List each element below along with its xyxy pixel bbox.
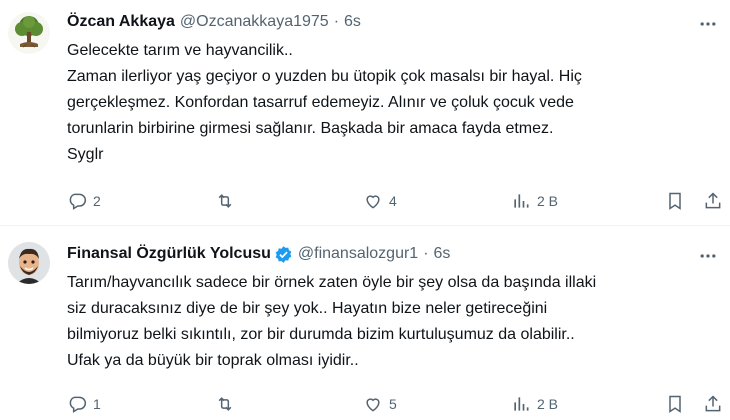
tweet-text-line: gerçekleşmez. Konfordan tasarruf edemeyi…: [67, 94, 574, 111]
tweet-text-line: siz duracaksınız diye de bir şey yok.. H…: [67, 300, 548, 317]
like-button[interactable]: 4: [363, 189, 397, 213]
timestamp[interactable]: 6s: [344, 12, 361, 32]
tweet-text-line: Ufak ya da büyük bir toprak olması iyidi…: [67, 352, 359, 369]
tweet[interactable]: Finansal Özgürlük Yolcusu @finansalozgur…: [0, 226, 730, 420]
views-button[interactable]: 2 B: [511, 392, 558, 416]
reply-button[interactable]: 1: [67, 392, 101, 416]
memoji-avatar-icon[interactable]: [8, 242, 50, 284]
separator-dot: ·: [333, 13, 340, 30]
bookmark-button[interactable]: [665, 189, 685, 213]
tweet-text-line: Zaman ilerliyor yaş geçiyor o yuzden bu …: [67, 68, 582, 85]
retweet-button[interactable]: [215, 392, 241, 416]
separator-dot: ·: [423, 245, 429, 262]
reply-count: 2: [93, 193, 101, 209]
user-handle[interactable]: @finansalozgur1: [298, 244, 418, 264]
retweet-icon: [218, 397, 232, 411]
share-button[interactable]: [703, 189, 723, 213]
reply-icon: [69, 396, 87, 413]
like-count: 5: [389, 396, 397, 412]
heart-icon: [366, 398, 380, 412]
like-button[interactable]: 5: [363, 392, 397, 416]
verified-badge-icon: [274, 245, 293, 264]
reply-count: 1: [93, 396, 101, 412]
tweet-text: Gelecekte tarım ve hayvancilik.. Zaman i…: [67, 38, 707, 168]
display-name[interactable]: Finansal Özgürlük Yolcusu: [67, 244, 271, 264]
user-handle[interactable]: @Ozcanakkaya1975: [180, 12, 329, 32]
tweet-text-line: torunlarin birbirine girmesi sağlanır. B…: [67, 120, 554, 137]
view-count: 2 B: [537, 396, 559, 412]
bookmark-icon: [669, 192, 681, 210]
tweet-header: Finansal Özgürlük Yolcusu @finansalozgur…: [67, 244, 450, 264]
views-button[interactable]: 2 B: [511, 189, 558, 213]
reply-button[interactable]: 2: [67, 189, 101, 213]
tweet-text-line: Syglr: [67, 146, 104, 163]
analytics-icon: [514, 397, 529, 411]
bookmark-icon: [669, 395, 681, 413]
tweet-text-line: bilmiyoruz belki sıkıntılı, zor bir duru…: [67, 326, 575, 343]
tweet[interactable]: Özcan Akkaya @Ozcanakkaya1975 · 6s Gelec…: [0, 0, 730, 226]
tweet-text: Tarım/hayvancılık sadece bir örnek zaten…: [67, 270, 707, 374]
retweet-icon: [218, 194, 232, 208]
retweet-button[interactable]: [215, 189, 241, 213]
analytics-icon: [514, 194, 529, 208]
tweet-text-line: Tarım/hayvancılık sadece bir örnek zaten…: [67, 274, 597, 291]
tweet-actions: 2 4 2 B: [67, 189, 727, 213]
tree-avatar-icon[interactable]: [8, 12, 50, 54]
heart-icon: [366, 195, 380, 209]
display-name[interactable]: Özcan Akkaya: [67, 12, 175, 32]
tweet-actions: 1 5 2 B: [67, 392, 727, 416]
share-button[interactable]: [703, 392, 723, 416]
more-options-icon[interactable]: [696, 244, 720, 268]
reply-icon: [69, 193, 87, 210]
bookmark-button[interactable]: [665, 392, 685, 416]
share-icon: [705, 395, 721, 412]
share-icon: [705, 192, 721, 209]
more-options-icon[interactable]: [696, 12, 720, 36]
tweet-text-line: Gelecekte tarım ve hayvancilik..: [67, 42, 293, 59]
timestamp[interactable]: 6s: [434, 244, 451, 264]
tweet-header: Özcan Akkaya @Ozcanakkaya1975 · 6s: [67, 12, 361, 32]
view-count: 2 B: [537, 193, 559, 209]
like-count: 4: [389, 193, 397, 209]
